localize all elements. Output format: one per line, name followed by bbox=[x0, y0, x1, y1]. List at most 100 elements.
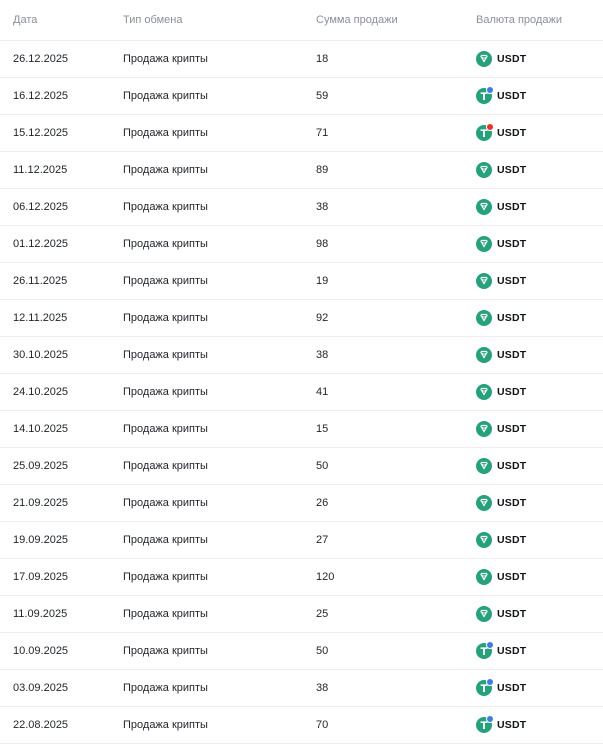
row-sale-currency: USDT bbox=[476, 347, 603, 363]
currency-cell: USDT bbox=[476, 162, 526, 178]
table-row[interactable]: 17.09.2025 Продажа крипты 120 USDT bbox=[0, 559, 603, 596]
row-sale-amount: 26 bbox=[316, 497, 329, 509]
table-row[interactable]: 12.11.2025 Продажа крипты 92 USDT bbox=[0, 300, 603, 337]
row-sale-amount: 50 bbox=[316, 645, 329, 657]
currency-label: USDT bbox=[497, 534, 527, 546]
row-exchange-type: Продажа крипты bbox=[123, 423, 208, 435]
row-date: 19.09.2025 bbox=[13, 534, 69, 546]
row-date: 11.09.2025 bbox=[13, 608, 68, 620]
row-sale-amount: 120 bbox=[316, 571, 335, 583]
currency-cell: USDT bbox=[476, 641, 527, 659]
header-date[interactable]: Дата bbox=[0, 14, 123, 26]
currency-cell: USDT bbox=[476, 347, 526, 363]
row-sale-currency: USDT bbox=[476, 715, 603, 733]
row-date: 24.10.2025 bbox=[13, 386, 69, 398]
row-sale-currency: USDT bbox=[476, 86, 603, 104]
tether-shield-icon bbox=[476, 532, 492, 548]
row-sale-amount: 89 bbox=[316, 164, 329, 176]
row-exchange-type: Продажа крипты bbox=[123, 275, 208, 287]
row-exchange-type: Продажа крипты bbox=[123, 497, 208, 509]
table-body: 26.12.2025 Продажа крипты 18 USDT 16.12.2025… bbox=[0, 41, 603, 744]
table-row[interactable]: 15.12.2025 Продажа крипты 71 USDT bbox=[0, 115, 603, 152]
row-sale-currency: USDT bbox=[476, 458, 603, 474]
table-row[interactable]: 24.10.2025 Продажа крипты 41 USDT bbox=[0, 374, 603, 411]
currency-label: USDT bbox=[497, 127, 527, 139]
currency-label: USDT bbox=[497, 645, 527, 657]
table-row[interactable]: 22.08.2025 Продажа крипты 70 USDT bbox=[0, 707, 603, 744]
table-row[interactable]: 14.10.2025 Продажа крипты 15 USDT bbox=[0, 411, 603, 448]
table-row[interactable]: 10.09.2025 Продажа крипты 50 USDT bbox=[0, 633, 603, 670]
header-exchange-type[interactable]: Тип обмена bbox=[123, 14, 303, 26]
row-exchange-type: Продажа крипты bbox=[123, 90, 208, 102]
row-date: 11.12.2025 bbox=[13, 164, 68, 176]
table-row[interactable]: 11.09.2025 Продажа крипты 25 USDT bbox=[0, 596, 603, 633]
table-header: Дата Тип обмена Сумма продажи Валюта про… bbox=[0, 0, 603, 41]
table-row[interactable]: 21.09.2025 Продажа крипты 26 USDT bbox=[0, 485, 603, 522]
row-sale-currency: USDT bbox=[476, 236, 603, 252]
ton-network-badge-icon bbox=[486, 678, 494, 686]
table-row[interactable]: 26.12.2025 Продажа крипты 18 USDT bbox=[0, 41, 603, 78]
currency-cell: USDT bbox=[476, 123, 527, 141]
row-sale-amount: 18 bbox=[316, 53, 329, 65]
row-exchange-type: Продажа крипты bbox=[123, 460, 208, 472]
row-sale-currency: USDT bbox=[476, 678, 603, 696]
tether-shield-icon bbox=[476, 236, 492, 252]
row-date: 21.09.2025 bbox=[13, 497, 69, 509]
row-sale-amount: 38 bbox=[316, 201, 329, 213]
currency-label: USDT bbox=[497, 460, 527, 472]
currency-label: USDT bbox=[497, 164, 527, 176]
row-exchange-type: Продажа крипты bbox=[123, 201, 208, 213]
row-exchange-type: Продажа крипты bbox=[123, 608, 208, 620]
tether-shield-icon bbox=[476, 310, 492, 326]
table-row[interactable]: 01.12.2025 Продажа крипты 98 USDT bbox=[0, 226, 603, 263]
row-sale-amount: 25 bbox=[316, 608, 329, 620]
currency-cell: USDT bbox=[476, 532, 526, 548]
currency-label: USDT bbox=[497, 719, 527, 731]
tether-shield-icon bbox=[476, 51, 492, 67]
currency-cell: USDT bbox=[476, 86, 526, 104]
currency-cell: USDT bbox=[476, 678, 526, 696]
row-exchange-type: Продажа крипты bbox=[123, 719, 208, 731]
currency-cell: USDT bbox=[476, 236, 526, 252]
currency-cell: USDT bbox=[476, 458, 526, 474]
table-row[interactable]: 26.11.2025 Продажа крипты 19 USDT bbox=[0, 263, 603, 300]
row-date: 01.12.2025 bbox=[13, 238, 69, 250]
currency-label: USDT bbox=[497, 238, 527, 250]
table-row[interactable]: 03.09.2025 Продажа крипты 38 USDT bbox=[0, 670, 603, 707]
row-sale-amount: 98 bbox=[316, 238, 329, 250]
tether-shield-icon bbox=[476, 495, 492, 511]
tether-shield-icon bbox=[476, 199, 492, 215]
row-date: 15.12.2025 bbox=[13, 127, 69, 139]
header-sale-amount[interactable]: Сумма продажи bbox=[303, 14, 476, 26]
row-exchange-type: Продажа крипты bbox=[123, 386, 208, 398]
row-sale-currency: USDT bbox=[476, 384, 603, 400]
currency-label: USDT bbox=[497, 201, 527, 213]
tether-shield-icon bbox=[476, 347, 492, 363]
tether-t-icon bbox=[476, 641, 494, 659]
row-date: 17.09.2025 bbox=[13, 571, 69, 583]
row-date: 16.12.2025 bbox=[13, 90, 69, 102]
row-sale-currency: USDT bbox=[476, 123, 603, 141]
row-sale-currency: USDT bbox=[476, 532, 603, 548]
row-exchange-type: Продажа крипты bbox=[123, 53, 208, 65]
tether-t-icon bbox=[476, 678, 494, 696]
table-row[interactable]: 30.10.2025 Продажа крипты 38 USDT bbox=[0, 337, 603, 374]
row-sale-amount: 92 bbox=[316, 312, 329, 324]
currency-cell: USDT bbox=[476, 569, 526, 585]
table-row[interactable]: 16.12.2025 Продажа крипты 59 USDT bbox=[0, 78, 603, 115]
table-row[interactable]: 06.12.2025 Продажа крипты 38 USDT bbox=[0, 189, 603, 226]
currency-cell: USDT bbox=[476, 715, 527, 733]
currency-cell: USDT bbox=[476, 495, 526, 511]
header-sale-currency[interactable]: Валюта продажи bbox=[476, 14, 603, 26]
table-row[interactable]: 25.09.2025 Продажа крипты 50 USDT bbox=[0, 448, 603, 485]
table-row[interactable]: 11.12.2025 Продажа крипты 89 USDT bbox=[0, 152, 603, 189]
row-sale-currency: USDT bbox=[476, 641, 603, 659]
transactions-table: Дата Тип обмена Сумма продажи Валюта про… bbox=[0, 0, 603, 744]
currency-label: USDT bbox=[497, 497, 527, 509]
table-row[interactable]: 19.09.2025 Продажа крипты 27 USDT bbox=[0, 522, 603, 559]
row-sale-currency: USDT bbox=[476, 606, 603, 622]
currency-label: USDT bbox=[497, 53, 527, 65]
row-date: 10.09.2025 bbox=[13, 645, 69, 657]
currency-cell: USDT bbox=[476, 51, 526, 67]
row-date: 03.09.2025 bbox=[13, 682, 69, 694]
